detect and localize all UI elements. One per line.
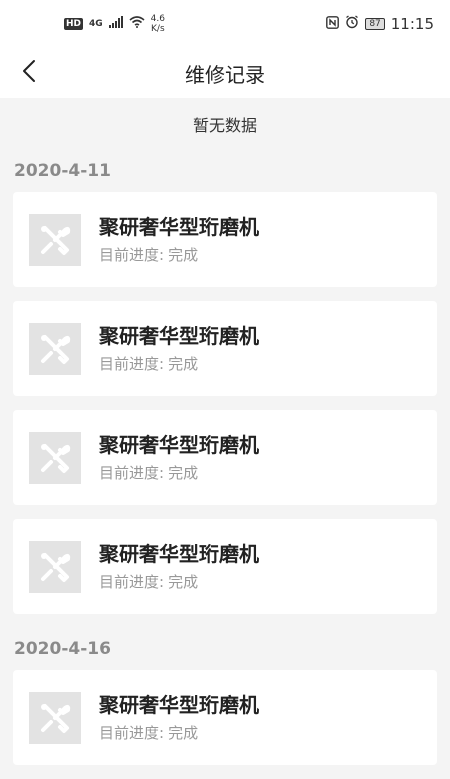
hd-badge: HD	[64, 18, 84, 30]
net-speed: 4.6 K/s	[151, 14, 165, 34]
card-text: 聚研奢华型珩磨机 目前进度: 完成	[99, 214, 259, 265]
net-speed-value: 4.6	[150, 14, 165, 24]
card-title: 聚研奢华型珩磨机	[99, 542, 259, 566]
progress-label: 目前进度:	[99, 573, 165, 591]
progress-label: 目前进度:	[99, 355, 165, 373]
nav-bar: 维修记录	[0, 48, 450, 98]
card-text: 聚研奢华型珩磨机 目前进度: 完成	[99, 432, 259, 483]
card-status: 目前进度: 完成	[99, 571, 259, 592]
status-right: 87 11:15	[326, 15, 434, 33]
record-card[interactable]: 聚研奢华型珩磨机 目前进度: 完成	[13, 301, 437, 396]
tools-icon	[29, 213, 81, 266]
progress-value: 完成	[168, 464, 199, 482]
card-title: 聚研奢华型珩磨机	[99, 693, 259, 717]
progress-label: 目前进度:	[99, 246, 165, 264]
card-text: 聚研奢华型珩磨机 目前进度: 完成	[99, 323, 259, 374]
clock: 11:15	[390, 15, 434, 33]
tools-icon	[29, 431, 81, 484]
card-status: 目前进度: 完成	[99, 462, 259, 483]
card-status: 目前进度: 完成	[99, 353, 259, 374]
signal-icon	[108, 16, 123, 32]
progress-value: 完成	[168, 246, 199, 264]
tools-icon	[29, 322, 81, 375]
empty-note: 暂无数据	[192, 116, 257, 135]
battery-indicator: 87	[365, 18, 385, 30]
tools-icon	[29, 540, 81, 593]
status-left: HD 4G 4.6 K/s	[64, 14, 165, 34]
progress-value: 完成	[168, 573, 199, 591]
records-list[interactable]: 暂无数据 2020-4-11 聚研奢华型珩磨机 目前进度: 完成 聚研奢华型珩磨…	[0, 98, 450, 779]
chevron-left-icon	[22, 59, 36, 87]
progress-label: 目前进度:	[99, 464, 165, 482]
record-card[interactable]: 聚研奢华型珩磨机 目前进度: 完成	[13, 410, 437, 505]
wifi-icon	[129, 16, 145, 32]
back-button[interactable]	[14, 58, 44, 88]
group-date: 2020-4-16	[14, 639, 111, 659]
card-title: 聚研奢华型珩磨机	[99, 324, 259, 348]
group-date: 2020-4-11	[14, 161, 111, 181]
status-bar: HD 4G 4.6 K/s 87 11:15	[0, 0, 450, 48]
alarm-icon	[345, 15, 359, 33]
record-group-1: 2020-4-11 聚研奢华型珩磨机 目前进度: 完成 聚研奢华型珩磨机 目前进…	[0, 150, 450, 614]
record-card[interactable]: 聚研奢华型珩磨机 目前进度: 完成	[13, 519, 437, 614]
page-title: 维修记录	[185, 62, 265, 87]
card-title: 聚研奢华型珩磨机	[99, 215, 259, 239]
card-text: 聚研奢华型珩磨机 目前进度: 完成	[99, 541, 259, 592]
card-text: 聚研奢华型珩磨机 目前进度: 完成	[99, 692, 259, 743]
net-speed-unit: K/s	[151, 24, 165, 34]
card-title: 聚研奢华型珩磨机	[99, 433, 259, 457]
record-card[interactable]: 聚研奢华型珩磨机 目前进度: 完成	[13, 670, 437, 765]
network-type: 4G	[89, 19, 103, 29]
record-card[interactable]: 聚研奢华型珩磨机 目前进度: 完成	[13, 192, 437, 287]
tools-icon	[29, 691, 81, 744]
progress-value: 完成	[168, 355, 199, 373]
card-status: 目前进度: 完成	[99, 244, 259, 265]
nfc-icon	[326, 15, 340, 33]
record-group-2: 2020-4-16 聚研奢华型珩磨机 目前进度: 完成	[0, 628, 450, 765]
